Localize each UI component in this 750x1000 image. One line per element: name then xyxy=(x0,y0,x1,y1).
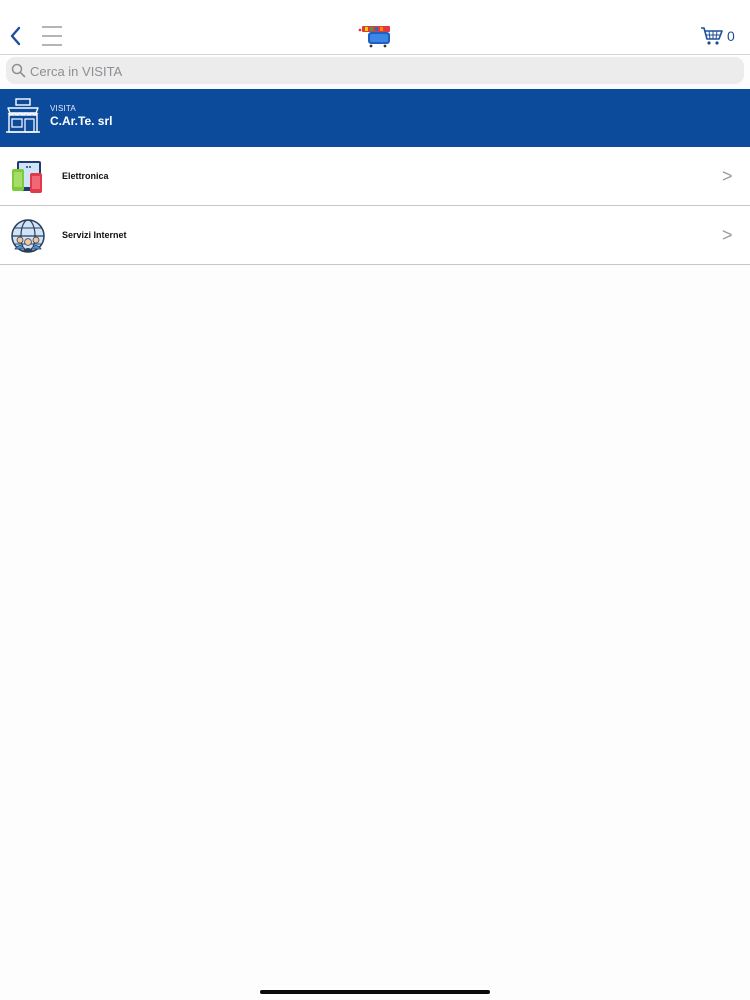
shop-name: C.Ar.Te. srl xyxy=(50,114,113,128)
hamburger-menu-icon xyxy=(42,26,62,46)
chevron-right-icon: > xyxy=(722,166,733,186)
cart-count: 0 xyxy=(727,28,735,44)
category-item-elettronica[interactable]: Elettronica > xyxy=(0,147,750,206)
electronics-icon xyxy=(12,161,42,193)
search-icon xyxy=(11,63,26,78)
search-bar[interactable] xyxy=(6,57,744,84)
logo-icon xyxy=(358,26,390,48)
category-label: Servizi Internet xyxy=(62,230,127,240)
storefront-icon xyxy=(6,98,40,133)
app-logo xyxy=(356,24,394,48)
home-indicator[interactable] xyxy=(260,990,490,994)
shopping-cart-icon xyxy=(701,27,723,45)
search-input[interactable] xyxy=(28,60,732,83)
globe-users-icon xyxy=(11,219,45,253)
category-item-servizi-internet[interactable]: Servizi Internet > xyxy=(0,206,750,265)
cart-button[interactable]: 0 xyxy=(700,24,748,48)
chevron-right-icon: > xyxy=(722,225,733,245)
back-button[interactable] xyxy=(6,24,30,48)
shop-section-label: VISITA xyxy=(50,104,76,113)
chevron-left-icon xyxy=(10,26,21,46)
category-label: Elettronica xyxy=(62,171,109,181)
shop-header: VISITA C.Ar.Te. srl xyxy=(0,89,750,147)
menu-button[interactable] xyxy=(40,24,64,48)
top-bar: 0 xyxy=(0,0,750,55)
category-list: Elettronica > Servizi Internet > xyxy=(0,147,750,265)
